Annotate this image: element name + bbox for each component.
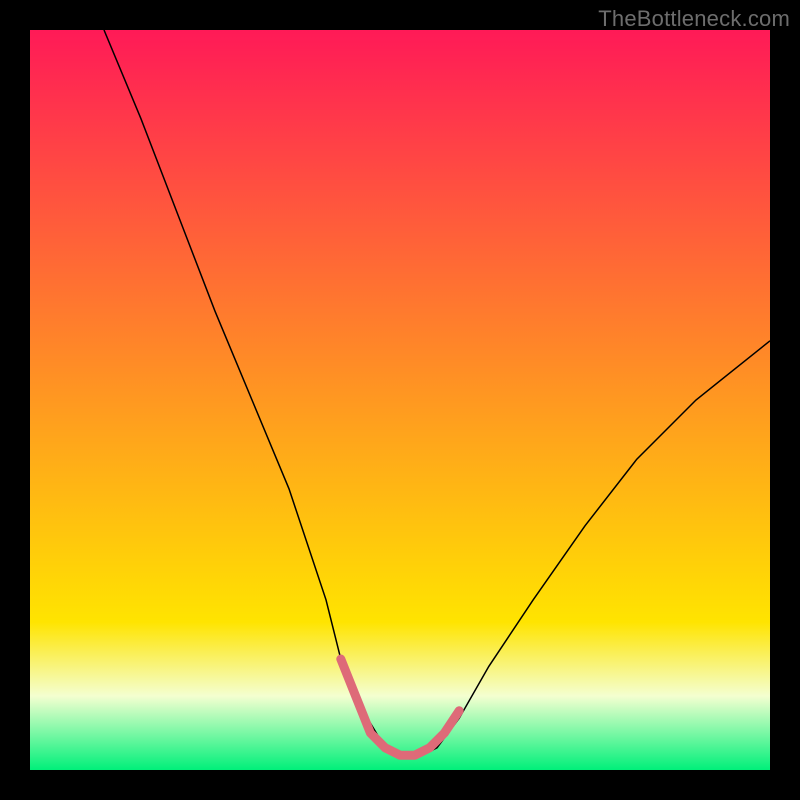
chart-frame: TheBottleneck.com (0, 0, 800, 800)
gradient-background (30, 30, 770, 770)
chart-svg (30, 30, 770, 770)
plot-area (30, 30, 770, 770)
watermark-text: TheBottleneck.com (598, 6, 790, 32)
